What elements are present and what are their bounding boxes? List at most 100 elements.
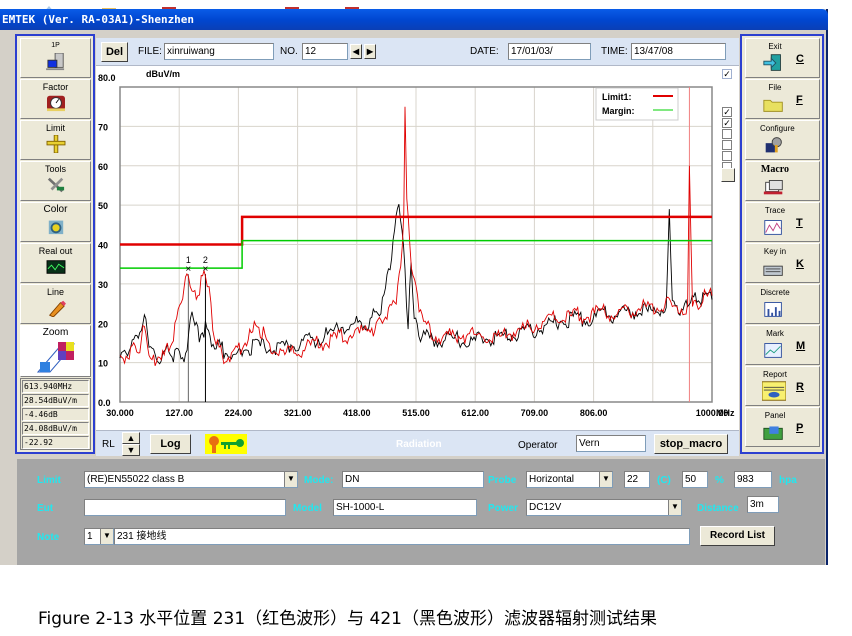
keyboard-icon	[763, 265, 783, 276]
power-select[interactable]: DC12V ▼	[526, 499, 682, 516]
shortcut-key: R	[796, 381, 804, 393]
discrete-bars-icon	[764, 302, 782, 317]
model-field[interactable]: SH-1000-L	[333, 499, 477, 516]
desktop-folder-icon[interactable]	[40, 0, 58, 13]
toolbar-button-report[interactable]: Report R	[745, 366, 820, 406]
trace-checkbox[interactable]: ✓	[722, 107, 732, 117]
chevron-down-icon[interactable]: ▼	[599, 472, 612, 487]
x-tick-label: 127.00	[165, 408, 193, 418]
spectrum-chart[interactable]: 0.0 10 20 30 40 50 60 70 80.0 dBuV/m 30.000 127.00 2…	[96, 67, 739, 432]
toolbar-button-file[interactable]: File F	[745, 79, 820, 119]
toolbar-button-factor[interactable]: Factor	[20, 79, 91, 119]
probe-select[interactable]: Horizontal ▼	[526, 471, 613, 488]
number-field[interactable]: 12	[302, 43, 348, 60]
trace-checkbox[interactable]: ✓	[722, 118, 732, 128]
toolbar-button-configure[interactable]: Configure	[745, 120, 820, 160]
humidity-field[interactable]: 50	[682, 471, 708, 488]
desktop-pdf-icon[interactable]	[283, 0, 301, 13]
lock-key-button[interactable]	[205, 434, 247, 454]
previous-button[interactable]: ◀	[350, 44, 362, 59]
toolbar-button-key-in[interactable]: Key in K	[745, 243, 820, 283]
toolbar-label: Tools	[44, 164, 66, 174]
pressure-field[interactable]: 983	[734, 471, 772, 488]
toolbar-label: Limit	[45, 123, 65, 133]
arrow-left-icon: ◀	[352, 47, 360, 56]
toolbar-label: Exit	[768, 42, 782, 51]
measurement-mode-label: Radiation	[396, 439, 442, 450]
toolbar-button-mark[interactable]: Mark M	[745, 325, 820, 365]
toolbar-button-panel[interactable]: Panel P	[745, 407, 820, 447]
limit-label: Limit	[37, 475, 61, 486]
operator-field[interactable]: Vern	[576, 435, 646, 452]
readout-margin-2: -22.92	[22, 436, 89, 449]
chevron-down-icon[interactable]: ▼	[284, 472, 297, 487]
toolbar-button-1p[interactable]: 1P	[20, 38, 91, 78]
trace-checkbox[interactable]	[722, 140, 732, 150]
reference-level-down-button[interactable]: ▼	[122, 444, 140, 456]
number-label: NO.	[280, 46, 298, 57]
pressure-unit: hpa	[779, 475, 797, 486]
x-tick-label: 709.00	[521, 408, 549, 418]
arrow-right-icon: ▶	[366, 47, 374, 56]
delete-button[interactable]: Del	[101, 42, 128, 62]
log-scale-button[interactable]: Log	[150, 434, 191, 454]
shortcut-key: C	[796, 53, 804, 65]
toolbar-label: Factor	[42, 82, 69, 92]
operator-label: Operator	[518, 440, 558, 451]
trace-apply-button[interactable]	[721, 168, 735, 182]
toolbar-button-line[interactable]: Line	[20, 284, 91, 324]
window-title[interactable]: EMTEK (Ver. RA-03A1)-Shenzhen	[0, 9, 828, 30]
toolbar-label: Macro	[760, 164, 790, 175]
mode-field[interactable]: DN	[342, 471, 484, 488]
computer-icon	[45, 53, 64, 71]
legend-label: Margin:	[602, 106, 635, 116]
eut-field[interactable]	[84, 499, 286, 516]
desktop-pdf-icon[interactable]	[343, 0, 361, 13]
trace-checkbox[interactable]	[722, 129, 732, 139]
left-toolbar: 1P Factor Limit Tools Color Real out Lin…	[15, 34, 95, 454]
toolbar-button-limit[interactable]: Limit	[20, 120, 91, 160]
chevron-down-icon[interactable]: ▼	[668, 500, 681, 515]
chevron-down-icon[interactable]: ▼	[100, 529, 113, 544]
file-name-field[interactable]: xinruiwang	[164, 43, 274, 60]
y-tick-label: 30	[98, 280, 108, 290]
trace-checkbox[interactable]	[722, 151, 732, 161]
file-toolbar: Del FILE: xinruiwang NO. 12 ◀ ▶ DATE: 17…	[96, 38, 739, 66]
exit-door-icon	[763, 54, 781, 71]
x-axis-unit-label: MHz	[716, 408, 735, 418]
desktop-folder-icon[interactable]	[100, 0, 118, 13]
chart-svg[interactable]: 0.0 10 20 30 40 50 60 70 80.0 dBuV/m 30.000 127.00 2…	[96, 67, 739, 432]
marker-symbol: ×	[185, 264, 191, 275]
main-area: Del FILE: xinruiwang NO. 12 ◀ ▶ DATE: 17…	[96, 38, 739, 456]
desktop-pdf-icon[interactable]	[160, 0, 178, 13]
toolbar-button-zoom[interactable]: Zoom	[20, 325, 91, 377]
toolbar-button-tools[interactable]: Tools	[20, 161, 91, 201]
note-index-select[interactable]: 1 ▼	[84, 528, 114, 545]
temperature-field[interactable]: 22	[624, 471, 650, 488]
trace-master-checkbox[interactable]: ✓	[722, 69, 732, 79]
reference-level-up-button[interactable]: ▲	[122, 432, 140, 444]
toolbar-button-color[interactable]: Color	[20, 202, 91, 242]
readout-frequency: 613.940MHz	[22, 380, 89, 393]
limit-select[interactable]: (RE)EN55022 class B ▼	[84, 471, 298, 488]
toolbar-label: Color	[43, 204, 68, 215]
y-tick-label: 60	[98, 162, 108, 172]
record-list-button[interactable]: Record List	[700, 526, 775, 546]
toolbar-button-real-out[interactable]: Real out	[20, 243, 91, 283]
file-label: FILE:	[138, 46, 162, 57]
toolbar-button-discrete[interactable]: Discrete	[745, 284, 820, 324]
toolbar-button-macro[interactable]: Macro	[745, 161, 820, 201]
mark-chart-icon	[764, 343, 782, 358]
note-field[interactable]: 231 接地线	[114, 528, 690, 545]
distance-field[interactable]: 3m	[747, 496, 779, 513]
desktop-file-icon[interactable]	[222, 0, 240, 13]
date-field[interactable]: 17/01/03/	[508, 43, 591, 60]
stop-macro-button[interactable]: stop_macro	[654, 434, 728, 454]
marker-symbol: ×	[203, 264, 209, 275]
next-button[interactable]: ▶	[364, 44, 376, 59]
readout-level-2: 24.08dBuV/m	[22, 422, 89, 435]
toolbar-button-exit[interactable]: Exit C	[745, 38, 820, 78]
toolbar-button-trace[interactable]: Trace T	[745, 202, 820, 242]
x-tick-label: 224.00	[225, 408, 253, 418]
time-field[interactable]: 13/47/08	[631, 43, 726, 60]
